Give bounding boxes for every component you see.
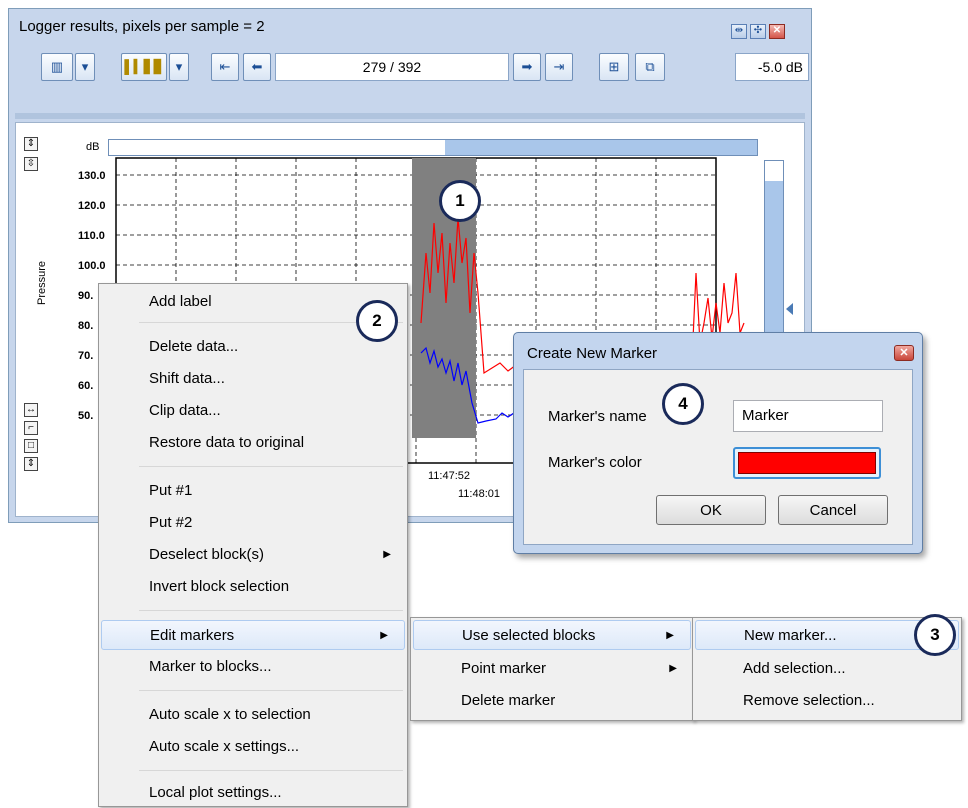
- x-tick-label: 11:47:52: [428, 470, 470, 482]
- marker-color-picker[interactable]: [733, 447, 881, 479]
- y-tick-label: 120.0: [78, 200, 106, 212]
- menu-item-deselect-blocks[interactable]: Deselect block(s) ▶: [99, 540, 407, 570]
- submenu-edit-markers: Use selected blocks ▶ Point marker ▶ Del…: [410, 617, 694, 721]
- arrow-right-icon: ➡: [521, 59, 533, 74]
- menu-item-label: Deselect block(s): [149, 546, 265, 563]
- spectrum-button[interactable]: ▌▍▋▊: [121, 53, 167, 81]
- menu-item-label: Edit markers: [150, 627, 235, 644]
- color-swatch: [738, 452, 876, 474]
- callout-badge: 2: [356, 300, 398, 342]
- menu-item-remove-selection[interactable]: Remove selection...: [693, 686, 961, 716]
- dialog-title: Create New Marker: [527, 345, 658, 362]
- y-tick-label: 50.: [78, 410, 93, 422]
- grid-icon: ⊞: [608, 59, 620, 74]
- columns-icon: ▥: [50, 59, 64, 74]
- overlay-icon: ⧉: [645, 59, 655, 74]
- y-tick-label: 90.: [78, 290, 93, 302]
- menu-item-clip-data[interactable]: Clip data...: [99, 396, 407, 426]
- first-button[interactable]: ⇤: [211, 53, 239, 81]
- callout-badge: 1: [439, 180, 481, 222]
- y-tick-label: 130.0: [78, 170, 106, 182]
- layout-button[interactable]: ⊞: [599, 53, 629, 81]
- view-mode-dropdown[interactable]: ▾: [75, 53, 95, 81]
- overlay-button[interactable]: ⧉: [635, 53, 665, 81]
- chevron-down-icon: ▾: [81, 59, 89, 74]
- menu-item-auto-scale-x-settings[interactable]: Auto scale x settings...: [99, 732, 407, 762]
- window-title: Logger results, pixels per sample = 2: [19, 18, 265, 35]
- menu-item-invert-block-selection[interactable]: Invert block selection: [99, 572, 407, 602]
- x-tick-label: 11:48:01: [458, 488, 500, 500]
- menu-item-label: Use selected blocks: [462, 627, 596, 644]
- callout-badge: 4: [662, 383, 704, 425]
- close-icon[interactable]: ✕: [769, 24, 785, 39]
- position-field[interactable]: 279 / 392: [275, 53, 509, 81]
- toolbar: ▥ ▾ ▌▍▋▊ ▾ ⇤ ⬅ 279 / 392 ➡ ⇥ ⊞ ⧉ -5.0 dB: [13, 47, 809, 89]
- create-marker-dialog: Create New Marker ✕ Marker's name Marker…: [513, 332, 923, 554]
- y-tick-label: 80.: [78, 320, 93, 332]
- y-tick-label: 110.0: [78, 230, 105, 242]
- menu-item-label: Point marker: [461, 660, 547, 677]
- fit-icon[interactable]: ✣: [750, 24, 766, 39]
- prev-button[interactable]: ⬅: [243, 53, 271, 81]
- splitter[interactable]: [15, 113, 805, 119]
- view-mode-button[interactable]: ▥: [41, 53, 73, 81]
- menu-separator: [139, 690, 403, 691]
- submenu-arrow-icon: ▶: [383, 549, 391, 560]
- menu-item-shift-data[interactable]: Shift data...: [99, 364, 407, 394]
- context-menu: Add label Delete data... Shift data... C…: [98, 283, 408, 807]
- ok-button[interactable]: OK: [656, 495, 766, 525]
- menu-separator: [139, 770, 403, 771]
- menu-item-restore-data[interactable]: Restore data to original: [99, 428, 407, 458]
- skip-first-icon: ⇤: [219, 59, 231, 74]
- menu-item-marker-to-blocks[interactable]: Marker to blocks...: [99, 652, 407, 682]
- chevron-down-icon: ▾: [175, 59, 183, 74]
- title-bar[interactable]: Logger results, pixels per sample = 2 ⇹ …: [9, 9, 811, 45]
- spectrum-dropdown[interactable]: ▾: [169, 53, 189, 81]
- submenu-arrow-icon: ▶: [380, 630, 388, 641]
- marker-color-label: Marker's color: [548, 454, 642, 471]
- arrow-left-icon: ⬅: [251, 59, 263, 74]
- marker-name-input[interactable]: Marker: [733, 400, 883, 432]
- y-tick-label: 70.: [78, 350, 93, 362]
- bar-chart-icon: ▌▍▋▊: [124, 59, 164, 74]
- y-tick-label: 60.: [78, 380, 93, 392]
- callout-badge: 3: [914, 614, 956, 656]
- menu-item-delete-marker[interactable]: Delete marker: [411, 686, 693, 716]
- submenu-arrow-icon: ▶: [666, 630, 674, 641]
- cancel-button[interactable]: Cancel: [778, 495, 888, 525]
- menu-separator: [139, 610, 403, 611]
- close-icon[interactable]: ✕: [894, 345, 914, 361]
- menu-item-local-plot-settings[interactable]: Local plot settings...: [99, 778, 407, 808]
- menu-item-put-2[interactable]: Put #2: [99, 508, 407, 538]
- submenu-arrow-icon: ▶: [669, 663, 677, 674]
- menu-separator: [139, 466, 403, 467]
- level-field[interactable]: -5.0 dB: [735, 53, 809, 81]
- dialog-body: Marker's name Marker Marker's color OK C…: [523, 369, 913, 545]
- resize-icon[interactable]: ⇹: [731, 24, 747, 39]
- menu-item-auto-scale-x-selection[interactable]: Auto scale x to selection: [99, 700, 407, 730]
- marker-name-label: Marker's name: [548, 408, 647, 425]
- last-button[interactable]: ⇥: [545, 53, 573, 81]
- menu-item-point-marker[interactable]: Point marker ▶: [411, 654, 693, 684]
- menu-item-edit-markers[interactable]: Edit markers ▶: [101, 620, 405, 650]
- menu-item-put-1[interactable]: Put #1: [99, 476, 407, 506]
- menu-item-add-selection[interactable]: Add selection...: [693, 654, 961, 684]
- next-button[interactable]: ➡: [513, 53, 541, 81]
- menu-item-delete-data[interactable]: Delete data...: [99, 332, 407, 362]
- skip-last-icon: ⇥: [553, 59, 565, 74]
- menu-item-use-selected-blocks[interactable]: Use selected blocks ▶: [413, 620, 691, 650]
- y-tick-label: 100.0: [78, 260, 106, 272]
